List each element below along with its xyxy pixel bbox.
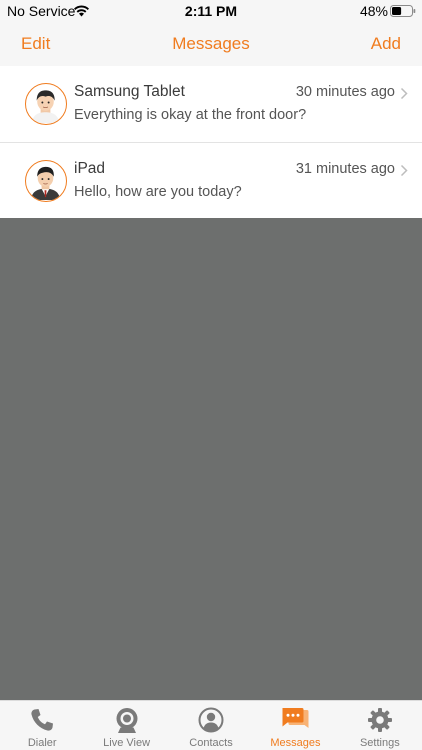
chevron-right-icon bbox=[400, 87, 408, 100]
user-avatar-icon bbox=[31, 90, 60, 123]
message-timestamp: 31 minutes ago bbox=[295, 161, 395, 177]
avatar bbox=[25, 160, 67, 202]
tab-label: Dialer bbox=[27, 737, 57, 749]
battery-icon bbox=[390, 5, 416, 17]
phone-icon bbox=[31, 709, 54, 731]
navigation-bar: Edit Messages Add bbox=[0, 22, 422, 66]
page-title: Messages bbox=[172, 34, 250, 53]
tab-label: Settings bbox=[359, 737, 400, 749]
message-row-samsung-tablet[interactable]: Samsung Tablet 30 minutes ago Everything… bbox=[0, 66, 422, 142]
webcam-icon bbox=[116, 708, 138, 733]
tab-bar: Dialer Live View Contacts Messages Setti… bbox=[0, 700, 422, 750]
gear-icon bbox=[367, 708, 392, 732]
chevron-right-icon bbox=[400, 164, 408, 177]
avatar bbox=[25, 83, 67, 125]
message-sender: iPad bbox=[74, 160, 106, 177]
clock-label: 2:11 PM bbox=[184, 3, 238, 19]
tab-label: Contacts bbox=[189, 737, 233, 749]
tab-dialer[interactable]: Dialer bbox=[0, 701, 84, 750]
chat-bubbles-icon bbox=[282, 708, 309, 728]
tab-messages[interactable]: Messages bbox=[253, 701, 337, 750]
message-sender: Samsung Tablet bbox=[74, 83, 185, 100]
battery-percent-label: 48% bbox=[359, 3, 388, 19]
message-row-ipad[interactable]: iPad 31 minutes ago Hello, how are you t… bbox=[0, 142, 422, 218]
add-button[interactable]: Add bbox=[371, 34, 401, 54]
message-preview: Hello, how are you today? bbox=[74, 184, 242, 200]
message-timestamp: 30 minutes ago bbox=[295, 84, 395, 100]
tab-contacts[interactable]: Contacts bbox=[169, 701, 253, 750]
message-preview: Everything is okay at the front door? bbox=[74, 107, 307, 123]
tab-settings[interactable]: Settings bbox=[338, 701, 422, 750]
user-avatar-icon bbox=[30, 166, 61, 200]
tab-label: Live View bbox=[103, 737, 151, 749]
status-bar: No Service 2:11 PM 48% bbox=[0, 0, 422, 22]
message-list: Samsung Tablet 30 minutes ago Everything… bbox=[0, 66, 422, 218]
tab-live-view[interactable]: Live View bbox=[84, 701, 168, 750]
person-icon bbox=[198, 707, 224, 733]
tab-label: Messages bbox=[270, 737, 321, 749]
